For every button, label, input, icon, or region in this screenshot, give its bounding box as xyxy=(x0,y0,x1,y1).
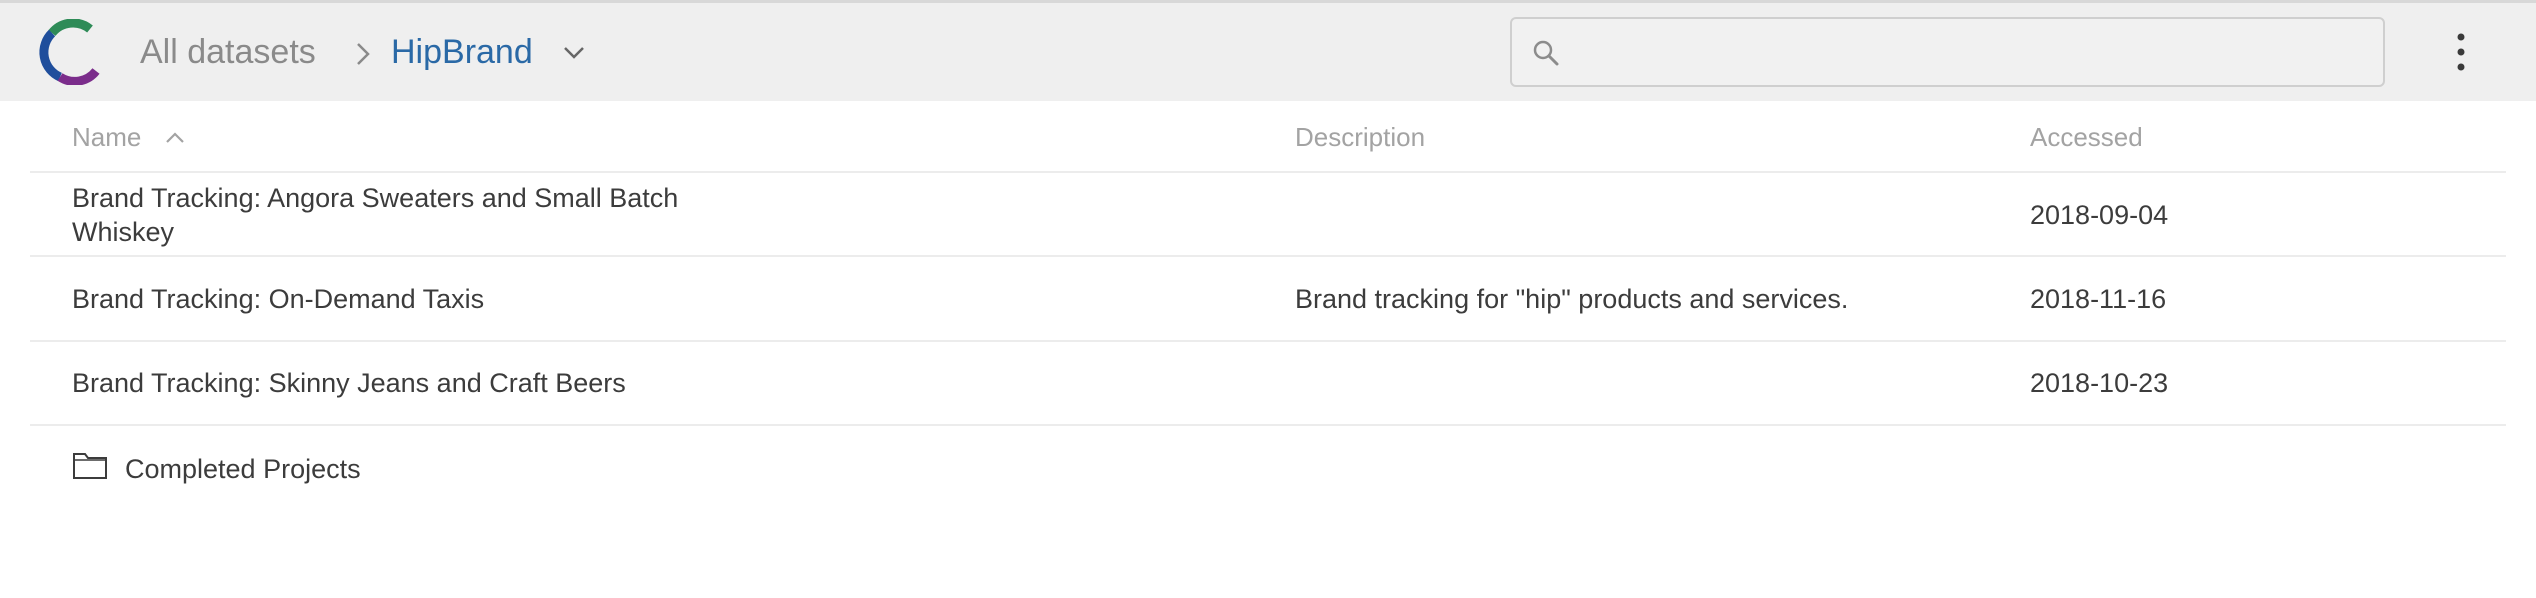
kebab-menu-icon[interactable] xyxy=(2450,31,2472,73)
search-box[interactable] xyxy=(1510,17,2385,87)
folder-icon xyxy=(73,453,107,479)
row-divider xyxy=(30,255,2506,257)
folder-item-completed-projects[interactable]: Completed Projects xyxy=(125,452,361,486)
table-row-name[interactable]: Brand Tracking: On-Demand Taxis xyxy=(72,282,484,316)
header-divider xyxy=(30,171,2506,173)
chevron-down-icon[interactable] xyxy=(561,41,587,63)
breadcrumb-all-datasets[interactable]: All datasets xyxy=(140,33,316,72)
chevron-up-icon[interactable] xyxy=(163,130,187,146)
row-name-line: Whiskey xyxy=(72,217,175,247)
row-accessed: 2018-10-23 xyxy=(2030,368,2169,398)
column-header-accessed[interactable]: Accessed xyxy=(2030,122,2143,153)
row-accessed: 2018-09-04 xyxy=(2030,200,2169,230)
column-header-description[interactable]: Description xyxy=(1295,122,1425,153)
row-name-line: Brand Tracking: Angora Sweaters and Smal… xyxy=(72,183,679,213)
table-row-name[interactable]: Brand Tracking: Angora Sweaters and Smal… xyxy=(72,181,678,249)
table-row-name[interactable]: Brand Tracking: Skinny Jeans and Craft B… xyxy=(72,366,626,400)
app-header: All datasets HipBrand xyxy=(0,3,2536,101)
column-header-name[interactable]: Name xyxy=(72,122,141,153)
row-description: Brand tracking for "hip" products and se… xyxy=(1295,284,1849,314)
row-divider xyxy=(30,340,2506,342)
search-input[interactable] xyxy=(1572,29,2362,75)
search-icon xyxy=(1533,40,1559,66)
row-accessed: 2018-11-16 xyxy=(2030,284,2167,314)
row-divider xyxy=(30,424,2506,426)
breadcrumb-current-project[interactable]: HipBrand xyxy=(391,33,533,72)
crunch-logo[interactable] xyxy=(38,19,104,85)
chevron-right-icon xyxy=(357,43,370,65)
